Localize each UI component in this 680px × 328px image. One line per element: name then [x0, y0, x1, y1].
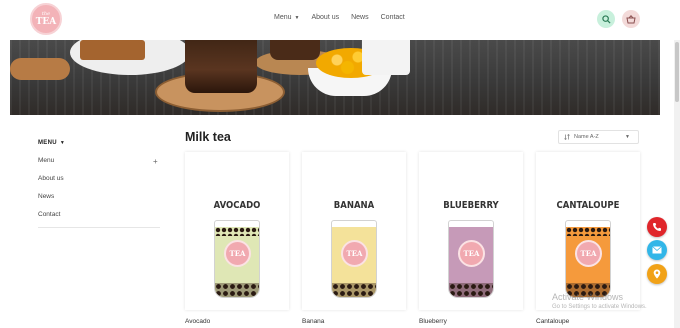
hero-banner	[10, 40, 660, 115]
product-name[interactable]: Banana	[302, 318, 324, 325]
product-name[interactable]: Cantaloupe	[536, 318, 569, 325]
expand-icon[interactable]: +	[153, 157, 158, 166]
watermark-subtitle: Go to Settings to activate Windows.	[552, 304, 647, 310]
sidebar-item-contact[interactable]: Contact	[38, 211, 60, 218]
phone-icon	[653, 223, 661, 231]
drink-image: TEA	[331, 220, 377, 298]
product-card[interactable]: CANTALOUPE TEA	[536, 152, 640, 310]
search-icon	[601, 14, 611, 24]
page-title: Milk tea	[185, 130, 231, 144]
chevron-down-icon: ▼	[59, 140, 66, 146]
brand-logo[interactable]: the TEA	[30, 3, 62, 35]
site-header: the TEA Menu ▼ About us News Contact	[0, 0, 680, 40]
scrollbar-thumb[interactable]	[675, 42, 679, 102]
sidebar-item-news[interactable]: News	[38, 193, 54, 200]
boba-pearls	[449, 283, 493, 297]
boba-pearls	[215, 283, 259, 297]
map-pin-icon	[653, 269, 661, 279]
sidebar-title-label: MENU	[38, 140, 57, 146]
drink-image: TEA	[565, 220, 611, 298]
drink-glass-image	[270, 40, 320, 60]
basket-icon	[626, 14, 636, 23]
nav-menu-label: Menu	[274, 14, 292, 21]
product-name[interactable]: Avocado	[185, 318, 210, 325]
sidebar-title[interactable]: MENU ▼	[38, 140, 65, 146]
phone-button[interactable]	[647, 217, 667, 237]
drink-glass-image	[185, 40, 257, 93]
drink-image: TEA	[214, 220, 260, 298]
ramekin-image	[362, 40, 410, 75]
sort-select[interactable]: Name A-Z ▼	[558, 130, 639, 144]
drink-image: TEA	[448, 220, 494, 298]
nav-about[interactable]: About us	[311, 14, 339, 21]
product-card[interactable]: BLUEBERRY TEA	[419, 152, 523, 310]
tea-badge: TEA	[458, 240, 485, 267]
chevron-down-icon: ▼	[294, 15, 300, 21]
sidebar-item-menu[interactable]: Menu	[38, 157, 54, 164]
main-nav: Menu ▼ About us News Contact	[274, 14, 405, 21]
boba-pearls	[215, 227, 259, 236]
mail-button[interactable]	[647, 240, 667, 260]
cake-image	[80, 40, 145, 60]
sidebar-divider	[38, 227, 160, 228]
product-card-title: BLUEBERRY	[443, 200, 499, 211]
product-card-title: CANTALOUPE	[556, 200, 620, 211]
product-card-title: AVOCADO	[213, 200, 261, 211]
boba-pearls	[332, 283, 376, 297]
product-name[interactable]: Blueberry	[419, 318, 447, 325]
windows-activation-watermark: Activate Windows Go to Settings to activ…	[552, 292, 647, 310]
tea-badge: TEA	[575, 240, 602, 267]
sort-label: Name A-Z	[574, 134, 599, 140]
watermark-title: Activate Windows	[552, 292, 624, 302]
nav-news[interactable]: News	[351, 14, 369, 21]
chevron-down-icon: ▼	[625, 134, 630, 140]
nav-contact[interactable]: Contact	[381, 14, 405, 21]
nav-menu[interactable]: Menu ▼	[274, 14, 299, 21]
cart-button[interactable]	[622, 10, 640, 28]
product-card[interactable]: BANANA TEA	[302, 152, 406, 310]
product-card-title: BANANA	[333, 200, 375, 211]
sort-icon	[564, 134, 570, 140]
tea-badge: TEA	[224, 240, 251, 267]
product-card[interactable]: AVOCADO TEA	[185, 152, 289, 310]
honey-dipper-image	[10, 58, 70, 80]
map-button[interactable]	[647, 264, 667, 284]
tea-badge: TEA	[341, 240, 368, 267]
search-button[interactable]	[597, 10, 615, 28]
sidebar-item-about[interactable]: About us	[38, 175, 64, 182]
logo-text-main: TEA	[35, 16, 57, 27]
mail-icon	[652, 246, 662, 254]
boba-pearls	[566, 227, 610, 236]
